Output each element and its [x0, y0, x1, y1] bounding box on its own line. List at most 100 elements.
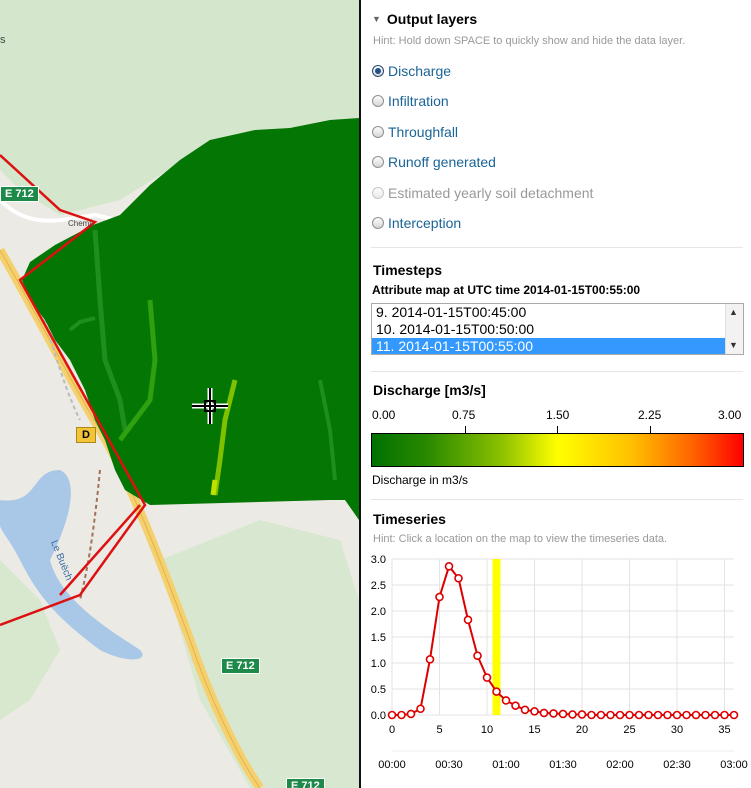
separator [371, 499, 743, 500]
data-point [625, 710, 634, 720]
discharge-channel [210, 479, 218, 496]
layer-option-discharge[interactable]: Discharge [372, 62, 451, 80]
layer-option-label: Discharge [388, 63, 452, 79]
data-point [644, 710, 653, 720]
data-point [653, 710, 663, 720]
layer-option-interception[interactable]: Interception [372, 214, 461, 232]
timeseries-chart[interactable]: 0.0 0.5 1.0 1.5 2.0 2.5 3.0 0 5 10 15 20 25 30 35 00:00… [361, 548, 751, 788]
legend-tick-label: 3.00 [718, 408, 742, 422]
data-point [416, 704, 425, 714]
data-point [463, 615, 473, 625]
x-tick-label: 5 [436, 724, 442, 736]
separator [371, 371, 743, 372]
y-tick-label: 2.5 [371, 580, 386, 592]
y-tick-label: 2.0 [371, 606, 386, 618]
road-shield: E 712 [286, 778, 325, 788]
map-view[interactable]: E 712 E 712 E 712 D Chemi Le Buëch s [0, 0, 359, 788]
scroll-down-icon[interactable]: ▼ [729, 340, 738, 350]
layer-option-runoff[interactable]: Runoff generated [372, 153, 496, 171]
scroll-up-icon[interactable]: ▲ [729, 307, 738, 317]
forest-area [160, 520, 359, 788]
y-tick-label: 1.0 [371, 658, 386, 670]
timesteps-title: Timesteps [373, 262, 442, 278]
data-point [672, 710, 682, 720]
layer-option-infiltration[interactable]: Infiltration [372, 92, 449, 110]
radio-icon[interactable] [372, 126, 384, 138]
radio-icon[interactable] [372, 65, 384, 77]
place-label: Chemi [68, 219, 92, 228]
data-point [473, 651, 482, 661]
crosshair-icon [192, 388, 228, 424]
x-tick-label: 10 [481, 724, 493, 736]
time-tick-label: 01:00 [492, 759, 520, 771]
output-layers-header[interactable]: ▼ Output layers [372, 11, 477, 27]
data-point [663, 710, 672, 720]
y-tick-label: 3.0 [371, 554, 386, 566]
data-point [511, 701, 520, 710]
timesteps-list[interactable]: 9. 2014-01-15T00:45:00 10. 2014-01-15T00… [371, 303, 744, 355]
legend-color-bar [371, 433, 744, 467]
legend-tick [557, 426, 558, 433]
radio-icon[interactable] [372, 156, 384, 168]
radio-icon[interactable] [372, 217, 384, 229]
radio-icon [372, 187, 384, 199]
data-point [492, 687, 501, 696]
data-point [691, 710, 701, 720]
layer-option-label: Infiltration [388, 93, 449, 109]
timestep-item[interactable]: 9. 2014-01-15T00:45:00 [372, 304, 743, 321]
data-point [549, 709, 558, 718]
data-point [406, 709, 416, 719]
timeseries-hint: Hint: Click a location on the map to vie… [373, 533, 668, 545]
time-tick-label: 02:30 [663, 759, 691, 771]
layer-option-label: Interception [388, 215, 462, 231]
data-point [577, 710, 587, 719]
timesteps-subtitle: Attribute map at UTC time 2014-01-15T00:… [372, 283, 641, 297]
timestep-item[interactable]: 10. 2014-01-15T00:50:00 [372, 321, 743, 338]
caret-down-icon: ▼ [372, 14, 381, 24]
x-tick-label: 30 [671, 724, 683, 736]
road-shield: D [76, 427, 96, 443]
data-point [568, 710, 577, 719]
data-point [530, 707, 539, 716]
legend-title: Discharge [m3/s] [373, 382, 486, 398]
layer-option-soil-detachment: Estimated yearly soil detachment [372, 184, 593, 202]
data-point [729, 710, 739, 720]
data-point [387, 710, 397, 720]
data-point [520, 705, 530, 715]
y-tick-label: 1.5 [371, 632, 386, 644]
data-point [615, 710, 625, 720]
data-point [397, 710, 406, 720]
data-point [435, 592, 444, 602]
legend-tick-label: 0.00 [372, 408, 396, 422]
list-scrollbar[interactable]: ▲ ▼ [725, 304, 743, 354]
data-point [482, 673, 492, 682]
data-point [454, 573, 463, 583]
data-point [558, 709, 568, 719]
x-tick-label: 25 [623, 724, 635, 736]
legend-tick-label: 2.25 [638, 408, 662, 422]
layer-option-label: Throughfall [388, 124, 459, 140]
timestep-item-selected[interactable]: 11. 2014-01-15T00:55:00 [372, 338, 743, 354]
layer-option-throughfall[interactable]: Throughfall [372, 123, 458, 141]
time-tick-label: 01:30 [549, 759, 577, 771]
legend-tick-label: 0.75 [452, 408, 476, 422]
data-point [634, 710, 644, 720]
x-tick-label: 35 [718, 724, 730, 736]
time-tick-label: 00:30 [435, 759, 463, 771]
map-canvas[interactable] [0, 0, 359, 788]
x-tick-label: 20 [576, 724, 588, 736]
data-point [682, 710, 691, 720]
separator [371, 247, 743, 248]
x-tick-label: 15 [528, 724, 540, 736]
output-layers-hint: Hint: Hold down SPACE to quickly show an… [373, 35, 686, 47]
radio-icon[interactable] [372, 95, 384, 107]
data-point [720, 710, 729, 720]
time-tick-label: 00:00 [378, 759, 406, 771]
series-line [392, 564, 734, 716]
place-label: s [0, 34, 6, 46]
road-shield: E 712 [221, 658, 260, 674]
legend-tick [465, 426, 466, 433]
data-point [587, 710, 596, 720]
side-panel: ▼ Output layers Hint: Hold down SPACE to… [361, 0, 751, 788]
layer-option-label: Runoff generated [388, 154, 496, 170]
